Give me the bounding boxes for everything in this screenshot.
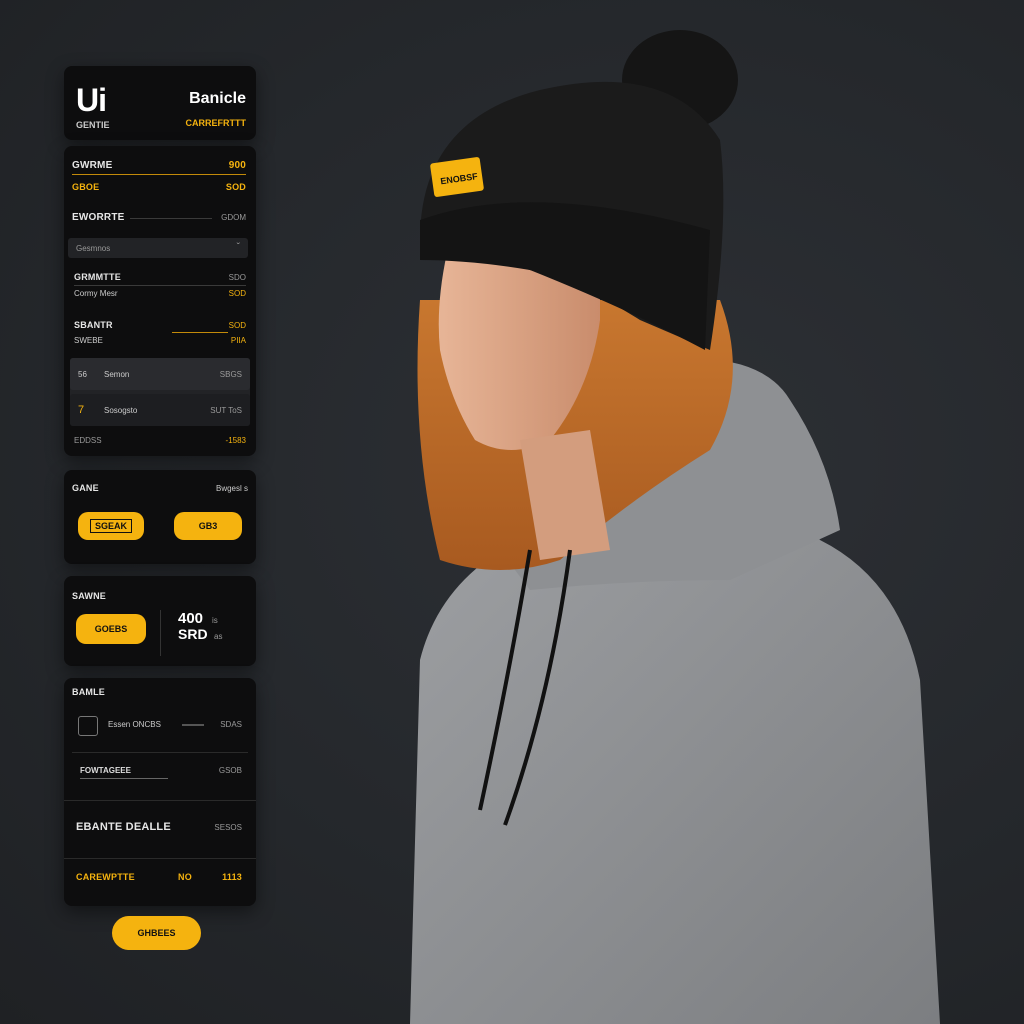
logo-subtitle: GENTIE xyxy=(76,120,110,130)
item-label: FOWTAGEEE xyxy=(80,766,131,775)
divider xyxy=(74,285,246,286)
divider xyxy=(160,610,161,656)
item-value: SUT ToS xyxy=(210,406,242,415)
footer-label: CAREWPTTE xyxy=(76,872,135,882)
item-value: GSOB xyxy=(218,766,242,775)
value-bottom: SRD xyxy=(178,626,208,642)
list-item[interactable]: Essen ONCBS SDAS xyxy=(64,706,256,752)
page-subtitle: CARREFRTTT xyxy=(185,118,247,128)
bottom-action-button[interactable]: GHBEES xyxy=(112,916,201,950)
item-value: SESOS xyxy=(214,823,242,832)
value-bottom-unit: as xyxy=(214,632,223,641)
list-item[interactable]: 56 Semon SBGS xyxy=(70,358,250,390)
card-title: SAWNE xyxy=(72,591,107,601)
row-sub-value: PIIA xyxy=(230,336,246,345)
item-label: Semon xyxy=(104,370,130,379)
list-item[interactable]: 7 Sosogsto SUT ToS xyxy=(70,394,250,426)
item-label: Essen ONCBS xyxy=(108,720,161,729)
row-sub-label: Cormy Mesr xyxy=(74,289,118,298)
row-label: GBOE xyxy=(72,182,100,192)
row-label: GWRME xyxy=(72,160,113,171)
primary-button[interactable]: SGEAK xyxy=(78,512,144,540)
divider xyxy=(72,174,246,175)
row-sub-value: SOD xyxy=(228,289,246,298)
divider xyxy=(64,800,256,801)
summary-card: SAWNE GOEBS 400 is SRD as xyxy=(64,576,256,666)
divider xyxy=(172,332,228,333)
secondary-button[interactable]: GB3 xyxy=(174,512,242,540)
page-title: Banicle xyxy=(189,90,246,107)
divider xyxy=(72,752,248,753)
card-title: BAMLE xyxy=(72,687,105,697)
item-value: SBGS xyxy=(219,370,242,379)
row-value: SDO xyxy=(228,273,246,282)
row-value: SOD xyxy=(225,182,246,192)
item-label: EBANTE DEALLE xyxy=(76,821,171,833)
divider xyxy=(64,858,256,859)
value-top-unit: is xyxy=(212,616,218,625)
row-label: SBANTR xyxy=(74,320,113,330)
footer-mid: NO xyxy=(178,872,192,882)
item-list: 56 Semon SBGS 7 Sosogsto SUT ToS xyxy=(70,358,250,426)
underline xyxy=(80,778,168,779)
search-input[interactable]: Gesmnos ˇ xyxy=(68,238,248,258)
list-card: BAMLE Essen ONCBS SDAS FOWTAGEEE GSOB EB… xyxy=(64,678,256,906)
divider xyxy=(130,218,212,219)
progress-bar xyxy=(182,724,204,726)
list-item[interactable]: FOWTAGEEE GSOB xyxy=(64,754,256,800)
model-illustration: ENOBSF xyxy=(410,30,940,1024)
row-label: EWORRTE xyxy=(72,212,125,223)
row-label: GRMMTTE xyxy=(74,272,121,282)
row-value: SOD xyxy=(228,321,246,330)
action-button[interactable]: GOEBS xyxy=(76,614,146,644)
header-card: Ui GENTIE Banicle CARREFRTTT xyxy=(64,66,256,140)
primary-button-label: SGEAK xyxy=(89,519,132,533)
value-top: 400 xyxy=(178,610,204,627)
card-title: GANE xyxy=(72,483,99,493)
chevron-down-icon[interactable]: ˇ xyxy=(237,242,240,253)
options-card: GANE Bwgesl s SGEAK GB3 xyxy=(64,470,256,564)
row-value: GDOM xyxy=(221,213,246,222)
item-number: 7 xyxy=(78,404,85,416)
footer-label: EDDSS xyxy=(74,436,102,445)
details-card: GWRME 900 GBOE SOD EWORRTE GDOM Gesmnos … xyxy=(64,146,256,456)
item-number: 56 xyxy=(78,370,87,379)
item-label: Sosogsto xyxy=(104,406,138,415)
row-value: 900 xyxy=(228,160,246,171)
item-value: SDAS xyxy=(220,720,242,729)
search-placeholder: Gesmnos xyxy=(76,244,111,253)
row-sub-label: SWEBE xyxy=(74,336,103,345)
app-logo: Ui xyxy=(76,82,107,118)
card-meta: Bwgesl s xyxy=(215,484,248,493)
footer-value: -1583 xyxy=(225,436,246,445)
list-item[interactable]: EBANTE DEALLE SESOS xyxy=(64,802,256,858)
footer-value: 1113 xyxy=(222,872,242,882)
document-icon xyxy=(78,716,98,736)
